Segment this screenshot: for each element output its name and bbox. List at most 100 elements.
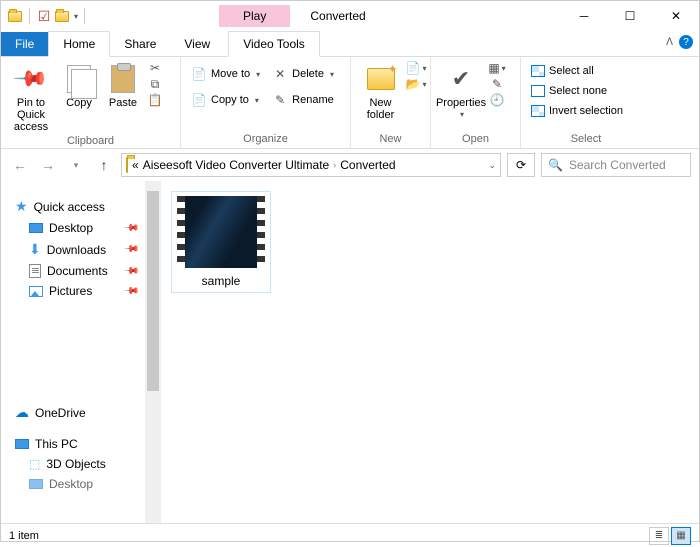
new-folder-label: New folder	[357, 97, 404, 121]
tab-video-tools[interactable]: Video Tools	[228, 31, 320, 57]
search-box[interactable]: 🔍 Search Converted	[541, 153, 691, 177]
rename-button[interactable]: ✎Rename	[268, 91, 338, 109]
qat-newfolder-icon[interactable]	[54, 8, 70, 24]
group-new-label: New	[357, 131, 424, 148]
group-clipboard-label: Clipboard	[7, 133, 174, 150]
paste-button[interactable]: Paste	[103, 59, 143, 109]
sidebar-item-3d-objects[interactable]: ⬚3D Objects	[15, 454, 161, 474]
select-none-button[interactable]: Select none	[527, 83, 627, 99]
pin-label: Pin to Quick access	[7, 97, 55, 133]
sidebar-onedrive[interactable]: ☁OneDrive	[15, 401, 161, 424]
tab-share[interactable]: Share	[110, 32, 170, 56]
new-folder-icon	[365, 63, 397, 95]
item-count: 1 item	[9, 530, 39, 542]
edit-icon[interactable]: ✎	[489, 77, 505, 91]
pin-icon: 📌	[122, 241, 139, 258]
search-placeholder: Search Converted	[569, 158, 666, 172]
ribbon-tabs: File Home Share View Video Tools ᐱ ?	[1, 31, 699, 57]
history-icon[interactable]: 🕘	[489, 93, 505, 107]
sidebar-item-downloads[interactable]: ⬇Downloads📌	[15, 238, 161, 261]
refresh-button[interactable]: ⟳	[507, 153, 535, 177]
chevron-right-icon[interactable]: ›	[333, 160, 336, 170]
rename-icon: ✎	[272, 93, 288, 107]
copy-to-button[interactable]: 📄Copy to▾	[187, 91, 264, 109]
search-icon: 🔍	[548, 158, 563, 172]
desktop-icon	[29, 223, 43, 233]
pin-icon: 📌	[122, 263, 139, 280]
maximize-button[interactable]: ☐	[607, 1, 653, 31]
qat-dropdown-icon[interactable]: ▾	[74, 12, 78, 21]
minimize-button[interactable]: ─	[561, 1, 607, 31]
download-icon: ⬇	[29, 241, 41, 258]
address-dropdown-icon[interactable]: ⌄	[488, 160, 496, 171]
copy-path-icon[interactable]: ⧉	[147, 77, 163, 91]
open-icon[interactable]: ▦▾	[489, 61, 505, 75]
app-folder-icon	[7, 8, 23, 24]
sidebar-scrollbar[interactable]	[145, 181, 161, 523]
pin-icon: 📌	[122, 283, 139, 300]
cloud-icon: ☁	[15, 404, 29, 421]
tab-home[interactable]: Home	[48, 31, 110, 57]
nav-recent-dropdown[interactable]: ▾	[65, 154, 87, 176]
move-to-icon: 📄	[191, 67, 207, 81]
file-list-pane[interactable]: sample	[161, 181, 699, 523]
document-icon	[29, 264, 41, 278]
delete-button[interactable]: ✕Delete▾	[268, 65, 338, 83]
easy-access-icon[interactable]: 📂▾	[408, 77, 424, 91]
qat-properties-icon[interactable]: ☑	[36, 8, 52, 24]
copy-to-icon: 📄	[191, 93, 207, 107]
file-item-sample[interactable]: sample	[171, 191, 271, 293]
pc-icon	[15, 439, 29, 449]
group-select-label: Select	[527, 131, 645, 148]
desktop-icon	[29, 479, 43, 489]
help-icon[interactable]: ?	[679, 35, 693, 49]
ribbon-collapse-icon[interactable]: ᐱ	[666, 37, 673, 48]
invert-selection-button[interactable]: Invert selection	[527, 103, 627, 119]
navigation-pane: ★Quick access Desktop📌 ⬇Downloads📌 Docum…	[1, 181, 161, 523]
new-item-icon[interactable]: 📄▾	[408, 61, 424, 75]
copy-button[interactable]: Copy	[59, 59, 99, 109]
contextual-tab-play[interactable]: Play	[219, 5, 290, 27]
status-bar: 1 item ≣ ▦	[1, 523, 699, 547]
title-bar: ☑ ▾ Play Converted ─ ☐ ✕	[1, 1, 699, 31]
paste-icon	[107, 63, 139, 95]
pin-quick-access-button[interactable]: 📌 Pin to Quick access	[7, 59, 55, 133]
sidebar-item-documents[interactable]: Documents📌	[15, 261, 161, 281]
nav-forward-button[interactable]: →	[37, 154, 59, 176]
sidebar-item-desktop-2[interactable]: Desktop	[15, 474, 161, 494]
paste-shortcut-icon[interactable]: 📋	[147, 93, 163, 107]
select-all-button[interactable]: Select all	[527, 63, 627, 79]
cut-icon[interactable]: ✂	[147, 61, 163, 75]
move-to-button[interactable]: 📄Move to▾	[187, 65, 264, 83]
tab-view[interactable]: View	[170, 32, 224, 56]
breadcrumb-prefix: «	[132, 158, 139, 172]
breadcrumb-seg-1[interactable]: Aiseesoft Video Converter Ultimate	[143, 158, 330, 172]
address-row: ← → ▾ ↑ « Aiseesoft Video Converter Ulti…	[1, 149, 699, 181]
breadcrumb-folder-icon	[126, 158, 128, 172]
pictures-icon	[29, 286, 43, 297]
close-button[interactable]: ✕	[653, 1, 699, 31]
breadcrumb-seg-2[interactable]: Converted	[340, 158, 395, 172]
delete-icon: ✕	[272, 67, 288, 81]
properties-button[interactable]: ✔ Properties▾	[437, 59, 485, 120]
nav-back-button[interactable]: ←	[9, 154, 31, 176]
pin-icon: 📌	[8, 56, 53, 101]
group-organize-label: Organize	[187, 131, 344, 148]
pin-icon: 📌	[122, 220, 139, 237]
new-folder-button[interactable]: New folder	[357, 59, 404, 121]
invert-selection-icon	[531, 105, 545, 117]
window-title: Converted	[310, 9, 365, 23]
sidebar-item-desktop[interactable]: Desktop📌	[15, 218, 161, 238]
tab-file[interactable]: File	[1, 32, 48, 56]
address-bar[interactable]: « Aiseesoft Video Converter Ultimate › C…	[121, 153, 501, 177]
star-icon: ★	[15, 198, 28, 215]
nav-up-button[interactable]: ↑	[93, 154, 115, 176]
cube-icon: ⬚	[29, 457, 40, 471]
copy-icon	[63, 63, 95, 95]
select-none-icon	[531, 85, 545, 97]
group-open-label: Open	[437, 131, 514, 148]
sidebar-item-pictures[interactable]: Pictures📌	[15, 281, 161, 301]
sidebar-quick-access[interactable]: ★Quick access	[15, 195, 161, 218]
sidebar-this-pc[interactable]: This PC	[15, 434, 161, 454]
properties-icon: ✔	[445, 63, 477, 95]
